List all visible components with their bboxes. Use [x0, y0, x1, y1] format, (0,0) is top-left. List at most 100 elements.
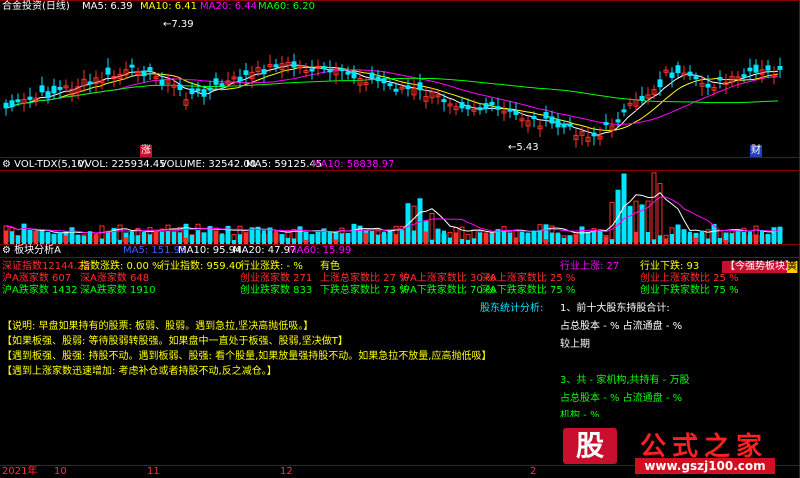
top10-line: 占总股本 - % 占流通盘 - % [560, 321, 683, 332]
analysis-bar [346, 237, 350, 244]
candle [219, 83, 225, 87]
analysis-bar [742, 231, 746, 244]
analysis-bar [274, 230, 278, 244]
candle [243, 70, 249, 76]
candle [147, 67, 153, 71]
candle [459, 102, 465, 109]
sza-down-ratio: 深A下跌家数比 75 % [480, 285, 576, 296]
analysis-bar [310, 236, 314, 244]
analysis-bar [700, 230, 704, 244]
candle [741, 74, 747, 78]
analysis-bar [412, 230, 416, 244]
candle [39, 85, 45, 93]
candle [687, 71, 693, 77]
industry-index: 行业指数: 959.40 [160, 261, 242, 272]
analysis-bar [178, 232, 182, 244]
top10-title: 1、前十大股东持股合计: [560, 303, 670, 314]
candle [3, 102, 9, 109]
analysis-bar [706, 238, 710, 244]
analysis-bar [304, 239, 308, 244]
analysis-bar [478, 232, 482, 244]
analysis-bar [382, 231, 386, 244]
candle [15, 99, 21, 103]
analysis-bar [688, 231, 692, 244]
analysis-bar [40, 231, 44, 244]
analysis-bar [490, 233, 494, 244]
ana-ma20: MA20: 47.97 [233, 245, 297, 256]
inst-line: 占总股本 - % 占流通盘 - % [560, 393, 683, 404]
analysis-bar [166, 231, 170, 244]
industry-up: 行业上涨: 27 [560, 261, 620, 272]
analysis-bar [610, 239, 614, 244]
analysis-bar [568, 238, 572, 244]
price-chart[interactable] [0, 0, 800, 157]
candle [555, 119, 561, 128]
candle [657, 79, 663, 88]
analysis-bar [628, 234, 632, 244]
candle [465, 104, 471, 110]
analysis-bar [736, 237, 740, 244]
analysis-bar [214, 230, 218, 244]
analysis-bar [454, 232, 458, 244]
analysis-bar [22, 239, 26, 244]
analysis-bar [376, 234, 380, 244]
candle [213, 78, 219, 85]
analysis-bar [694, 237, 698, 244]
xaxis-label-10: 10 [54, 466, 67, 477]
analysis-bar [676, 238, 680, 244]
analysis-bar [430, 239, 434, 244]
candle [321, 66, 327, 70]
analysis-bar [76, 237, 80, 244]
note-1: 【说明: 早盘如果持有的股票: 板弱、股弱。遇到急拉,坚决高抛低吸。】 [2, 321, 314, 332]
analysis-bar [220, 233, 224, 244]
xaxis-label-11: 11 [147, 466, 160, 477]
analysis-indicator-label[interactable]: ⚙ 板块分析A [2, 245, 61, 257]
gem-up-count: 创业涨家数 271 [240, 273, 313, 284]
candle [381, 78, 387, 84]
analysis-bar [118, 239, 122, 244]
analysis-bar [436, 239, 440, 244]
candle [159, 79, 165, 86]
inst-partial: 机构 - % [560, 410, 600, 417]
analysis-bar [16, 235, 20, 244]
analysis-bar [646, 231, 650, 244]
ma60-label: MA60: 6.20 [258, 1, 316, 12]
analysis-bar [208, 235, 212, 244]
candle [141, 70, 147, 77]
analysis-bar [622, 239, 626, 244]
ma20-label: MA20: 6.44 [200, 1, 258, 12]
candle [675, 65, 681, 74]
inst-title: 3、共 - 家机构,共持有 - 万股 [560, 375, 690, 386]
candle [45, 91, 51, 99]
candle [441, 99, 447, 103]
analysis-bar [550, 232, 554, 244]
analysis-bar [52, 236, 56, 244]
analysis-bar [64, 235, 68, 244]
candle [603, 122, 609, 126]
candle [693, 76, 699, 80]
sza-up-count: 深A涨家数 648 [80, 273, 150, 284]
candle [369, 72, 375, 79]
analysis-bar [322, 239, 326, 244]
low-marker: ←5.43 [508, 142, 539, 153]
candle [189, 88, 195, 95]
candle [591, 132, 597, 137]
high-marker: ←7.39 [163, 19, 194, 30]
gem-down-ratio: 创业下跌家数比 75 % [640, 285, 739, 296]
analysis-bar [652, 239, 656, 244]
gem-down-count: 创业跌家数 833 [240, 285, 313, 296]
analysis-bar [448, 237, 452, 244]
analysis-bar [574, 234, 578, 244]
analysis-bar [232, 239, 236, 244]
analysis-bar [748, 231, 752, 244]
analysis-bar [160, 231, 164, 244]
sza-up-ratio: 深A上涨家数比 25 % [480, 273, 576, 284]
analysis-bar [604, 236, 608, 244]
watermark-url: www.gszj100.com [635, 458, 775, 474]
xaxis-label-12: 12 [280, 466, 293, 477]
candle [339, 68, 345, 72]
zhang-mark: 涨 [140, 145, 152, 157]
cai-mark: 财 [750, 145, 762, 157]
total-down-ratio: 下跌总家数比 73 % [320, 285, 409, 296]
analysis-bar [70, 237, 74, 244]
